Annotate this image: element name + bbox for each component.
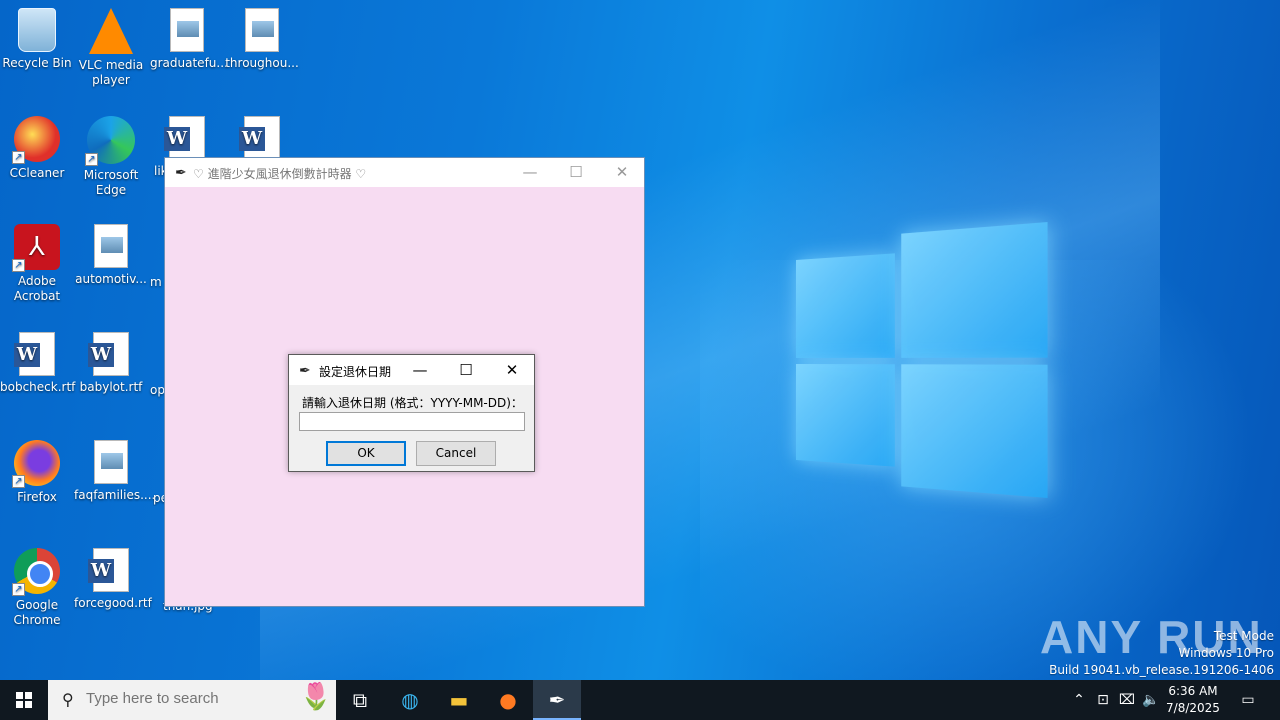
- firefox-icon: ↗: [12, 440, 60, 488]
- image-file-icon: [245, 8, 279, 52]
- desktop-icon-label: throughou...: [225, 56, 299, 70]
- ccleaner-icon: ↗: [12, 116, 60, 164]
- desktop-icon-label: Firefox: [17, 490, 57, 504]
- network-icon[interactable]: ⌧: [1116, 680, 1138, 720]
- set-retirement-date-dialog: ✒ 設定退休日期 — ☐ ✕ 請輸入退休日期 (格式：YYYY-MM-DD)： …: [288, 354, 535, 472]
- desktop-icon-label: graduatefu...: [150, 56, 228, 70]
- desktop-icon-label: bobcheck.rtf: [0, 380, 76, 394]
- search-input[interactable]: [86, 690, 266, 707]
- watermark-line: Windows 10 Pro: [1178, 646, 1274, 660]
- windows-logo-icon: [16, 692, 32, 708]
- image-file-icon: [170, 8, 204, 52]
- start-button[interactable]: [0, 680, 48, 720]
- desktop-icon-throughou[interactable]: throughou...: [225, 8, 299, 71]
- desktop-icon-label: faqfamilies....: [74, 488, 156, 502]
- desktop-icon-label: automotiv...: [75, 272, 147, 286]
- dialog-minimize-button[interactable]: —: [397, 355, 443, 385]
- desktop-icon-edge[interactable]: ↗ Microsoft Edge: [74, 116, 148, 198]
- dialog-title: 設定退休日期: [319, 365, 392, 379]
- taskbar: ⚲ 🌷 ⧉ ◍ ▬ ● ✒ ⌃ ⊡ ⌧ 🔈 6:36 AM 7/8/2025 ▭: [0, 680, 1280, 720]
- windows-wallpaper-logo: [796, 222, 1048, 498]
- tk-feather-icon: ✒: [175, 165, 187, 181]
- cancel-button[interactable]: Cancel: [416, 441, 496, 466]
- dialog-titlebar[interactable]: ✒ 設定退休日期 — ☐ ✕: [289, 355, 534, 385]
- ok-button[interactable]: OK: [326, 441, 406, 466]
- word-document-icon: W: [164, 116, 205, 160]
- desktop-icon-label: Adobe Acrobat: [13, 274, 61, 303]
- desktop-icon-graduatefu[interactable]: graduatefu...: [150, 8, 228, 71]
- image-file-icon: [94, 224, 128, 268]
- desktop-icon-label: Google Chrome: [13, 598, 61, 627]
- taskbar-clock[interactable]: 6:36 AM 7/8/2025: [1160, 683, 1226, 717]
- desktop-icon-label: Microsoft Edge: [83, 168, 139, 197]
- file-explorer-icon[interactable]: ▬: [435, 680, 483, 720]
- watermark-line: Build 19041.vb_release.191206-1406: [1049, 663, 1274, 677]
- search-highlight-flowers-icon: 🌷: [299, 682, 332, 712]
- vlc-icon: [89, 8, 133, 54]
- tk-feather-icon: ✒: [299, 363, 311, 379]
- recycle-bin-icon: [18, 8, 56, 52]
- desktop-icon-bobcheck[interactable]: W bobcheck.rtf: [0, 332, 76, 395]
- word-document-icon: W: [239, 116, 280, 160]
- action-center-icon[interactable]: ▭: [1234, 680, 1262, 720]
- edge-icon[interactable]: ◍: [386, 680, 434, 720]
- date-prompt-label: 請輸入退休日期 (格式：YYYY-MM-DD)：: [302, 396, 523, 410]
- word-document-icon: W: [14, 332, 55, 376]
- desktop-icon-forcegood[interactable]: W forcegood.rtf: [74, 548, 152, 611]
- volume-icon[interactable]: 🔈: [1140, 680, 1162, 720]
- chrome-icon: ↗: [12, 548, 60, 596]
- image-file-icon: [94, 440, 128, 484]
- desktop-icon-label: Recycle Bin: [2, 56, 72, 70]
- clock-time: 6:36 AM: [1168, 684, 1218, 698]
- acrobat-icon: ⅄ ↗: [12, 224, 60, 272]
- desktop-icon-vlc[interactable]: VLC media player: [74, 8, 148, 88]
- desktop-icon-label: CCleaner: [9, 166, 65, 180]
- desktop-icon-automotiv[interactable]: automotiv...: [74, 224, 148, 287]
- desktop-icon-recycle-bin[interactable]: Recycle Bin: [0, 8, 74, 71]
- word-document-icon: W: [88, 548, 129, 592]
- window-titlebar[interactable]: ✒ ♡ 進階少女風退休倒數計時器 ♡ — ☐ ✕: [165, 158, 644, 187]
- desktop-icon-babylot[interactable]: W babylot.rtf: [74, 332, 148, 395]
- watermark-line: Test Mode: [1213, 629, 1274, 643]
- word-document-icon: W: [88, 332, 129, 376]
- edge-icon: ↗: [85, 116, 135, 166]
- show-hidden-icons-chevron-icon[interactable]: ⌃: [1068, 680, 1090, 720]
- desktop-icon-faqfamilies[interactable]: faqfamilies....: [74, 440, 156, 503]
- desktop-icon-google-chrome[interactable]: ↗ Google Chrome: [0, 548, 74, 628]
- retirement-date-input[interactable]: [299, 412, 525, 431]
- windows-test-mode-watermark: Test Mode Windows 10 Pro Build 19041.vb_…: [1049, 628, 1274, 679]
- firefox-icon[interactable]: ●: [484, 680, 532, 720]
- maximize-button[interactable]: ☐: [553, 158, 599, 187]
- desktop-icon-adobe-acrobat[interactable]: ⅄ ↗ Adobe Acrobat: [0, 224, 74, 304]
- desktop-icon-firefox[interactable]: ↗ Firefox: [0, 440, 74, 505]
- close-button[interactable]: ✕: [599, 158, 645, 187]
- search-icon: ⚲: [62, 690, 74, 709]
- desktop-icon-ccleaner[interactable]: ↗ CCleaner: [0, 116, 74, 181]
- dialog-close-button[interactable]: ✕: [489, 355, 535, 385]
- task-view-icon[interactable]: ⧉: [336, 680, 384, 720]
- tk-feather-icon[interactable]: ✒: [533, 680, 581, 720]
- clock-date: 7/8/2025: [1166, 701, 1220, 715]
- desktop-icon-label: babylot.rtf: [79, 380, 143, 394]
- minimize-button[interactable]: —: [507, 158, 553, 187]
- window-title: ♡ 進階少女風退休倒數計時器 ♡: [193, 167, 367, 181]
- taskbar-search-box[interactable]: ⚲ 🌷: [48, 680, 336, 720]
- network-drive-icon[interactable]: ⊡: [1092, 680, 1114, 720]
- dialog-maximize-button[interactable]: ☐: [443, 355, 489, 385]
- desktop-icon-label: forcegood.rtf: [74, 596, 152, 610]
- desktop-icon-label: VLC media player: [78, 58, 144, 87]
